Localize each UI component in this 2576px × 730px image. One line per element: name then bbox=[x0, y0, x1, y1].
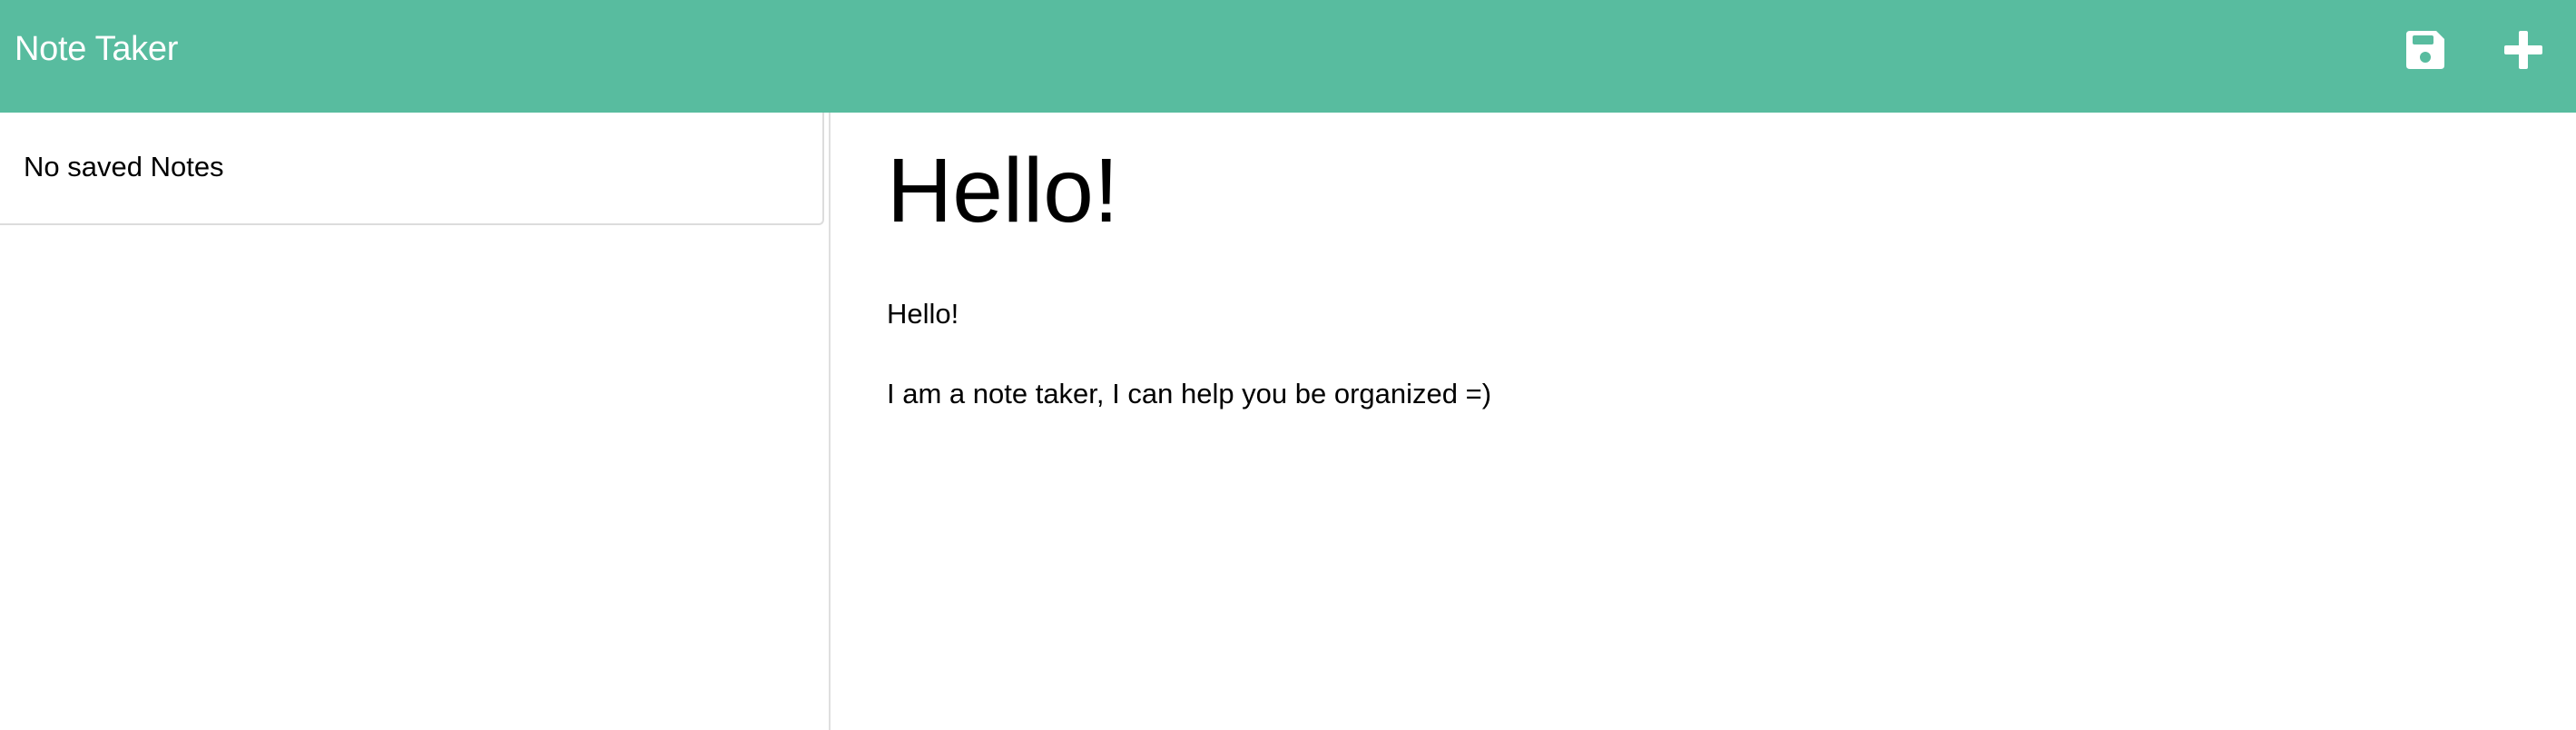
navbar: Note Taker bbox=[0, 0, 2576, 113]
save-note-button[interactable] bbox=[2403, 27, 2448, 73]
note-textarea[interactable]: Hello! I am a note taker, I can help you … bbox=[887, 294, 1491, 414]
save-icon bbox=[2406, 31, 2444, 69]
note-editor: Hello! Hello! I am a note taker, I can he… bbox=[831, 113, 2576, 730]
plus-icon bbox=[2504, 31, 2542, 69]
note-title[interactable]: Hello! bbox=[887, 136, 1119, 245]
note-text-line-2: I am a note taker, I can help you be org… bbox=[887, 378, 1492, 409]
new-note-button[interactable] bbox=[2501, 27, 2546, 73]
brand-link[interactable]: Note Taker bbox=[15, 27, 178, 71]
empty-notes-message: No saved Notes bbox=[24, 151, 224, 182]
list-item: No saved Notes bbox=[0, 113, 824, 225]
sidebar: No saved Notes bbox=[0, 113, 831, 730]
note-text-line-1: Hello! bbox=[887, 298, 959, 330]
